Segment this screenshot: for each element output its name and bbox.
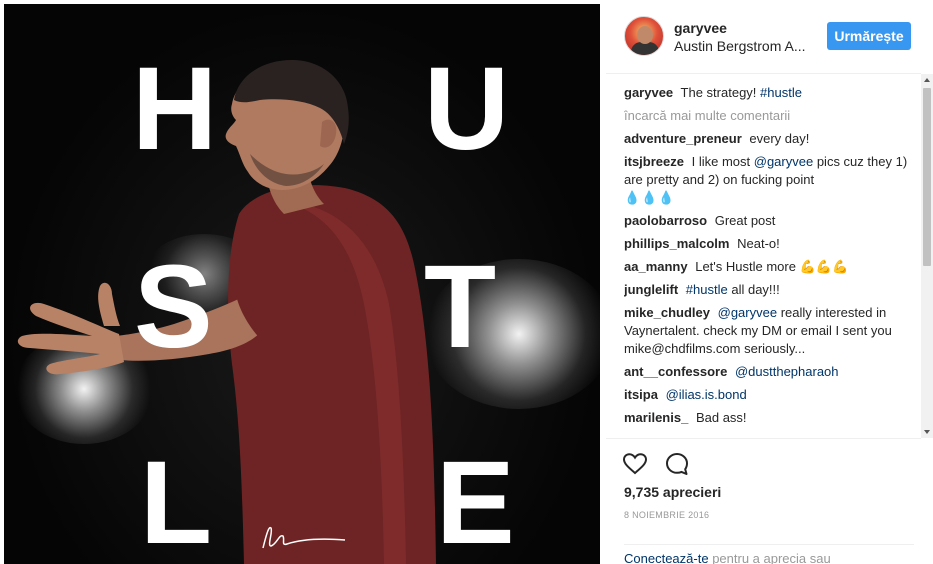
load-more-comments-link[interactable]: încarcă mai multe comentarii bbox=[624, 107, 914, 125]
comment-username[interactable]: ant__confessore bbox=[624, 364, 727, 379]
comment-username[interactable]: paolobarroso bbox=[624, 213, 707, 228]
login-link[interactable]: Conectează-te bbox=[624, 551, 709, 564]
hustle-letter-t: T bbox=[424, 241, 497, 373]
comment-mention[interactable]: @garyvee bbox=[718, 305, 777, 320]
comment-item: itsipa @ilias.is.bond bbox=[624, 386, 914, 404]
comment-item: ant__confessore @dustthepharaoh bbox=[624, 363, 914, 381]
comment-username[interactable]: mike_chudley bbox=[624, 305, 710, 320]
comment-emoji: 💧💧💧 bbox=[624, 190, 676, 205]
scrollbar-thumb[interactable] bbox=[923, 88, 931, 266]
post-date: 8 NOIEMBRIE 2016 bbox=[624, 510, 710, 520]
hustle-letter-l: L bbox=[140, 437, 213, 564]
comment-item: junglelift #hustle all day!!! bbox=[624, 281, 914, 299]
hustle-letter-e: E bbox=[436, 437, 515, 564]
comment-username[interactable]: marilenis_ bbox=[624, 410, 688, 425]
scroll-up-icon[interactable] bbox=[924, 78, 930, 82]
comment-text: I like most bbox=[691, 154, 751, 169]
scroll-down-icon[interactable] bbox=[924, 430, 930, 434]
post-sidebar: garyvee Austin Bergstrom A... Urmărește … bbox=[606, 0, 933, 564]
caption-text: The strategy! bbox=[680, 85, 757, 100]
comment-username[interactable]: itsipa bbox=[624, 387, 658, 402]
comment-username[interactable]: phillips_malcolm bbox=[624, 236, 729, 251]
comment-text: Let's Hustle more bbox=[695, 259, 796, 274]
heart-icon[interactable] bbox=[622, 451, 648, 477]
username-link[interactable]: garyvee bbox=[674, 20, 727, 36]
comment-emoji: 💪💪💪 bbox=[799, 259, 849, 274]
comment-item: itsjbreeze I like most @garyvee pics cuz… bbox=[624, 153, 914, 207]
avatar[interactable] bbox=[624, 16, 664, 56]
signature-mark bbox=[262, 526, 346, 549]
comments-scrollbar[interactable] bbox=[921, 74, 933, 438]
comment-mention[interactable]: @ilias.is.bond bbox=[666, 387, 747, 402]
likes-count[interactable]: 9,735 aprecieri bbox=[624, 484, 721, 500]
hustle-letter-h: H bbox=[132, 43, 218, 175]
post-header: garyvee Austin Bergstrom A... Urmărește bbox=[606, 0, 921, 74]
login-prompt: Conectează-te pentru a aprecia sau bbox=[624, 544, 914, 564]
caption-username[interactable]: garyvee bbox=[624, 85, 673, 100]
comment-username[interactable]: itsjbreeze bbox=[624, 154, 684, 169]
hustle-letter-u: U bbox=[424, 43, 510, 175]
comment-icon[interactable] bbox=[664, 451, 690, 477]
comment-item: adventure_preneur every day! bbox=[624, 130, 914, 148]
post-actions: 9,735 aprecieri 8 NOIEMBRIE 2016 Conecte… bbox=[606, 438, 921, 564]
comment-mention[interactable]: @garyvee bbox=[754, 154, 813, 169]
post-image: H U S T L E bbox=[4, 4, 600, 564]
comment-text: all day!!! bbox=[731, 282, 780, 297]
caption: garyvee The strategy! #hustle bbox=[624, 84, 914, 102]
comment-hashtag[interactable]: #hustle bbox=[686, 282, 728, 297]
comment-item: paolobarroso Great post bbox=[624, 212, 914, 230]
comments-list: garyvee The strategy! #hustle încarcă ma… bbox=[624, 84, 914, 438]
comment-username[interactable]: junglelift bbox=[624, 282, 678, 297]
comment-text: Bad ass! bbox=[695, 410, 747, 425]
comment-item: marilenis_ Bad ass! bbox=[624, 409, 914, 427]
comment-text: Great post bbox=[714, 213, 776, 228]
login-prompt-text: pentru a aprecia sau bbox=[712, 551, 831, 564]
comment-text: every day! bbox=[749, 131, 810, 146]
comment-username[interactable]: aa_manny bbox=[624, 259, 688, 274]
hustle-letter-s: S bbox=[134, 241, 213, 373]
comment-item: phillips_malcolm Neat-o! bbox=[624, 235, 914, 253]
location-link[interactable]: Austin Bergstrom A... bbox=[674, 38, 814, 54]
comment-item: aa_manny Let's Hustle more 💪💪💪 bbox=[624, 258, 914, 276]
follow-button[interactable]: Urmărește bbox=[827, 22, 911, 50]
caption-hashtag[interactable]: #hustle bbox=[760, 85, 802, 100]
comment-text: Neat-o! bbox=[737, 236, 780, 251]
comment-mention[interactable]: @dustthepharaoh bbox=[735, 364, 839, 379]
comment-username[interactable]: adventure_preneur bbox=[624, 131, 742, 146]
comment-item: mike_chudley @garyvee really interested … bbox=[624, 304, 914, 358]
